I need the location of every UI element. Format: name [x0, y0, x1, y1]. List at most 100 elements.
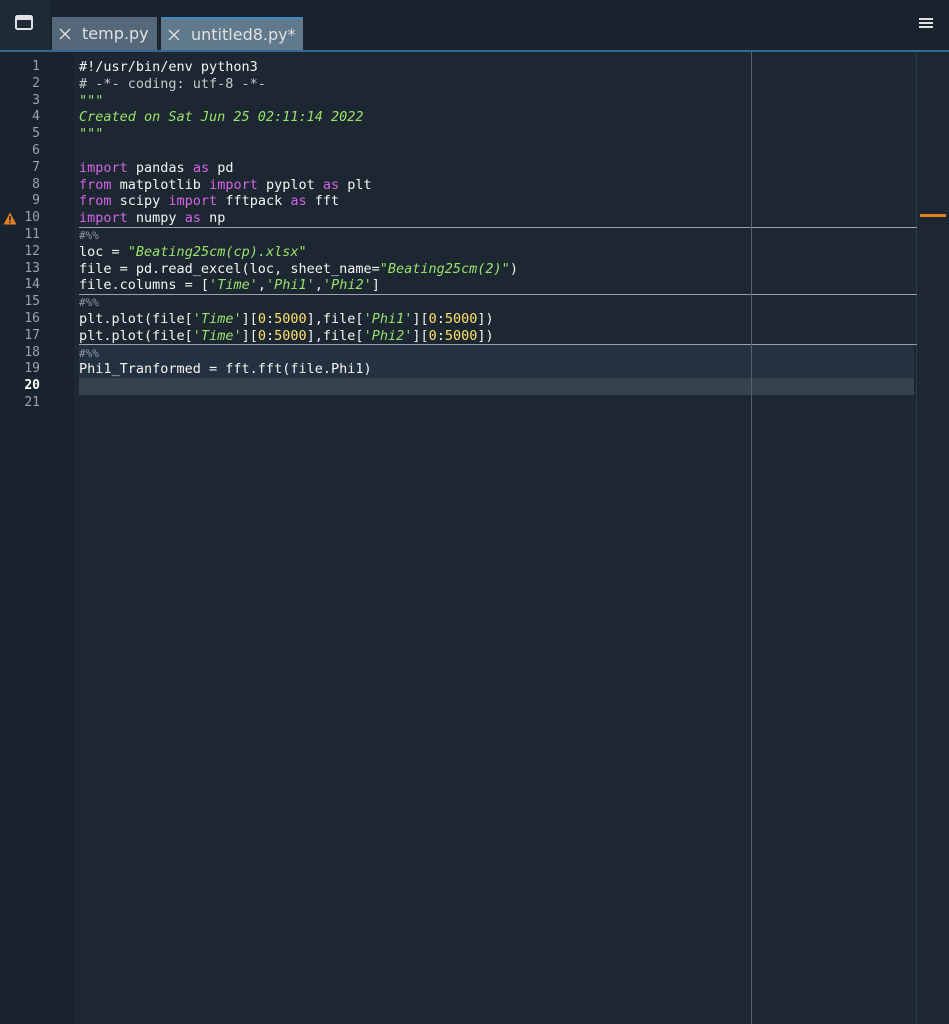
code-lines[interactable]: 1 #!/usr/bin/env python3 2 # -*- coding: ut… [0, 59, 949, 412]
line-number: 8 [32, 176, 40, 192]
code-token: np [200, 210, 226, 227]
code-text[interactable]: """ [79, 93, 103, 110]
line-number: 17 [24, 327, 40, 343]
code-line[interactable]: 13 file = pd.read_excel(loc, sheet_name= "… [0, 261, 949, 278]
line-number: 2 [32, 75, 40, 91]
hamburger-menu-icon [919, 18, 933, 28]
line-number: 13 [24, 260, 40, 276]
code-line[interactable]: 10 import numpy as np [0, 210, 949, 227]
code-text[interactable]: import numpy as np [79, 210, 225, 227]
code-token: Time [200, 310, 234, 327]
code-line[interactable]: 18 #%% [0, 345, 949, 362]
code-text[interactable]: #%% [79, 227, 99, 245]
code-line[interactable]: 3 """ [0, 93, 949, 110]
browse-tabs-button[interactable] [0, 0, 50, 50]
code-line[interactable]: 5 """ [0, 126, 949, 143]
code-text[interactable]: #%% [79, 294, 99, 312]
line-number: 19 [24, 361, 40, 377]
code-line[interactable]: 15 #%% [0, 294, 949, 311]
code-text[interactable]: import pandas as pd [79, 160, 233, 177]
code-line[interactable]: 7 import pandas as pd [0, 160, 949, 177]
code-text[interactable]: Created on Sat Jun 25 02:11:14 2022 [79, 109, 363, 126]
code-token: """ [79, 92, 104, 109]
code-text[interactable]: file = pd.read_excel(loc, sheet_name= "Be… [79, 261, 518, 278]
line-number: 14 [24, 277, 40, 293]
code-text[interactable]: # -*- coding: utf-8 -*- [79, 76, 266, 93]
code-text[interactable]: #%% [79, 345, 99, 363]
code-token: scipy [111, 193, 169, 210]
code-token: ]) [477, 327, 494, 344]
code-token: ][ [241, 327, 258, 344]
line-number: 9 [32, 193, 40, 209]
code-text[interactable]: Phi1_Tranformed = fft.fft(file.Phi1) [79, 361, 372, 378]
code-token: #%% [79, 346, 99, 360]
code-line[interactable]: 12 loc = "Beating25cm(cp).xlsx" [0, 244, 949, 261]
warning-icon[interactable] [3, 212, 17, 225]
code-text[interactable]: plt.plot(file['Time'][0:5000],file['Phi1… [79, 311, 494, 328]
code-token: file.columns = [ [79, 277, 210, 294]
tab-temp-py[interactable]: temp.py [52, 17, 157, 50]
code-token: pd [209, 159, 234, 176]
line-number: 18 [24, 344, 40, 360]
code-line[interactable]: 9 from scipy import fftpack as fft [0, 193, 949, 210]
code-token: 5000 [444, 327, 478, 344]
code-token: ],file[ [306, 310, 364, 327]
code-token: ]) [477, 310, 494, 327]
code-token: " [501, 260, 510, 277]
code-text[interactable]: file.columns = ['Time','Phi1','Phi2'] [79, 277, 380, 294]
code-line[interactable]: 16 plt.plot(file['Time'][0:5000],file['Ph… [0, 311, 949, 328]
code-text[interactable]: plt.plot(file['Time'][0:5000],file['Phi2… [79, 328, 494, 345]
code-line[interactable]: 17 plt.plot(file['Time'][0:5000],file['Ph… [0, 328, 949, 345]
code-token: #!/usr/bin/env python3 [79, 59, 258, 75]
code-line[interactable]: 20 [0, 378, 949, 395]
code-token: plt.plot(file[ [79, 327, 193, 344]
code-line[interactable]: 14 file.columns = ['Time','Phi1','Phi2'] [0, 277, 949, 294]
code-token: , [314, 277, 323, 294]
line-number: 1 [32, 59, 40, 74]
code-token: ' [192, 327, 201, 344]
code-token: file = pd.read_excel(loc, sheet_name= [79, 260, 380, 277]
editor-tab-bar: temp.py untitled8.py* [0, 0, 949, 52]
code-token: " [298, 243, 307, 260]
line-number: 6 [32, 142, 40, 158]
options-menu-button[interactable] [917, 14, 935, 32]
code-line[interactable]: 11 #%% [0, 227, 949, 244]
code-line[interactable]: 1 #!/usr/bin/env python3 [0, 59, 949, 76]
code-token: ],file[ [306, 327, 364, 344]
code-token: ' [233, 327, 242, 344]
code-token: 5000 [274, 310, 307, 327]
code-token: ' [363, 310, 372, 327]
code-token: ' [363, 277, 372, 294]
code-text[interactable]: loc = "Beating25cm(cp).xlsx" [79, 244, 307, 261]
code-text[interactable]: #!/usr/bin/env python3 [79, 59, 258, 76]
code-line[interactable]: 4 Created on Sat Jun 25 02:11:14 2022 [0, 109, 949, 126]
code-token: " [127, 243, 136, 260]
code-line[interactable]: 19 Phi1_Tranformed = fft.fft(file.Phi1) [0, 361, 949, 378]
tab-label: untitled8.py* [191, 25, 296, 44]
code-token: Time [200, 327, 234, 344]
code-token: ' [306, 277, 315, 294]
code-token: as [184, 210, 201, 227]
code-token: ) [509, 260, 518, 277]
code-token: 0 [257, 327, 266, 344]
code-text[interactable]: """ [79, 126, 103, 143]
close-icon[interactable] [58, 27, 72, 41]
code-token: , [257, 277, 266, 294]
code-line[interactable]: 2 # -*- coding: utf-8 -*- [0, 76, 949, 93]
code-token: pyplot [257, 176, 323, 193]
code-token: ] [371, 277, 380, 294]
code-token: Beating25cm(2) [387, 260, 502, 277]
code-line[interactable]: 21 [0, 395, 949, 412]
line-number: 20 [24, 378, 40, 394]
code-token: plt.plot(file[ [79, 310, 193, 327]
code-line[interactable]: 6 [0, 143, 949, 160]
line-number: 12 [24, 243, 40, 259]
code-line[interactable]: 8 from matplotlib import pyplot as plt [0, 177, 949, 194]
code-token: import [79, 159, 128, 176]
code-text[interactable]: from matplotlib import pyplot as plt [79, 177, 372, 194]
code-token: : [436, 310, 445, 327]
close-icon[interactable] [167, 28, 181, 42]
code-token: numpy [127, 210, 185, 227]
tab-untitled8-py[interactable]: untitled8.py* [161, 17, 303, 50]
code-text[interactable]: from scipy import fftpack as fft [79, 193, 339, 210]
